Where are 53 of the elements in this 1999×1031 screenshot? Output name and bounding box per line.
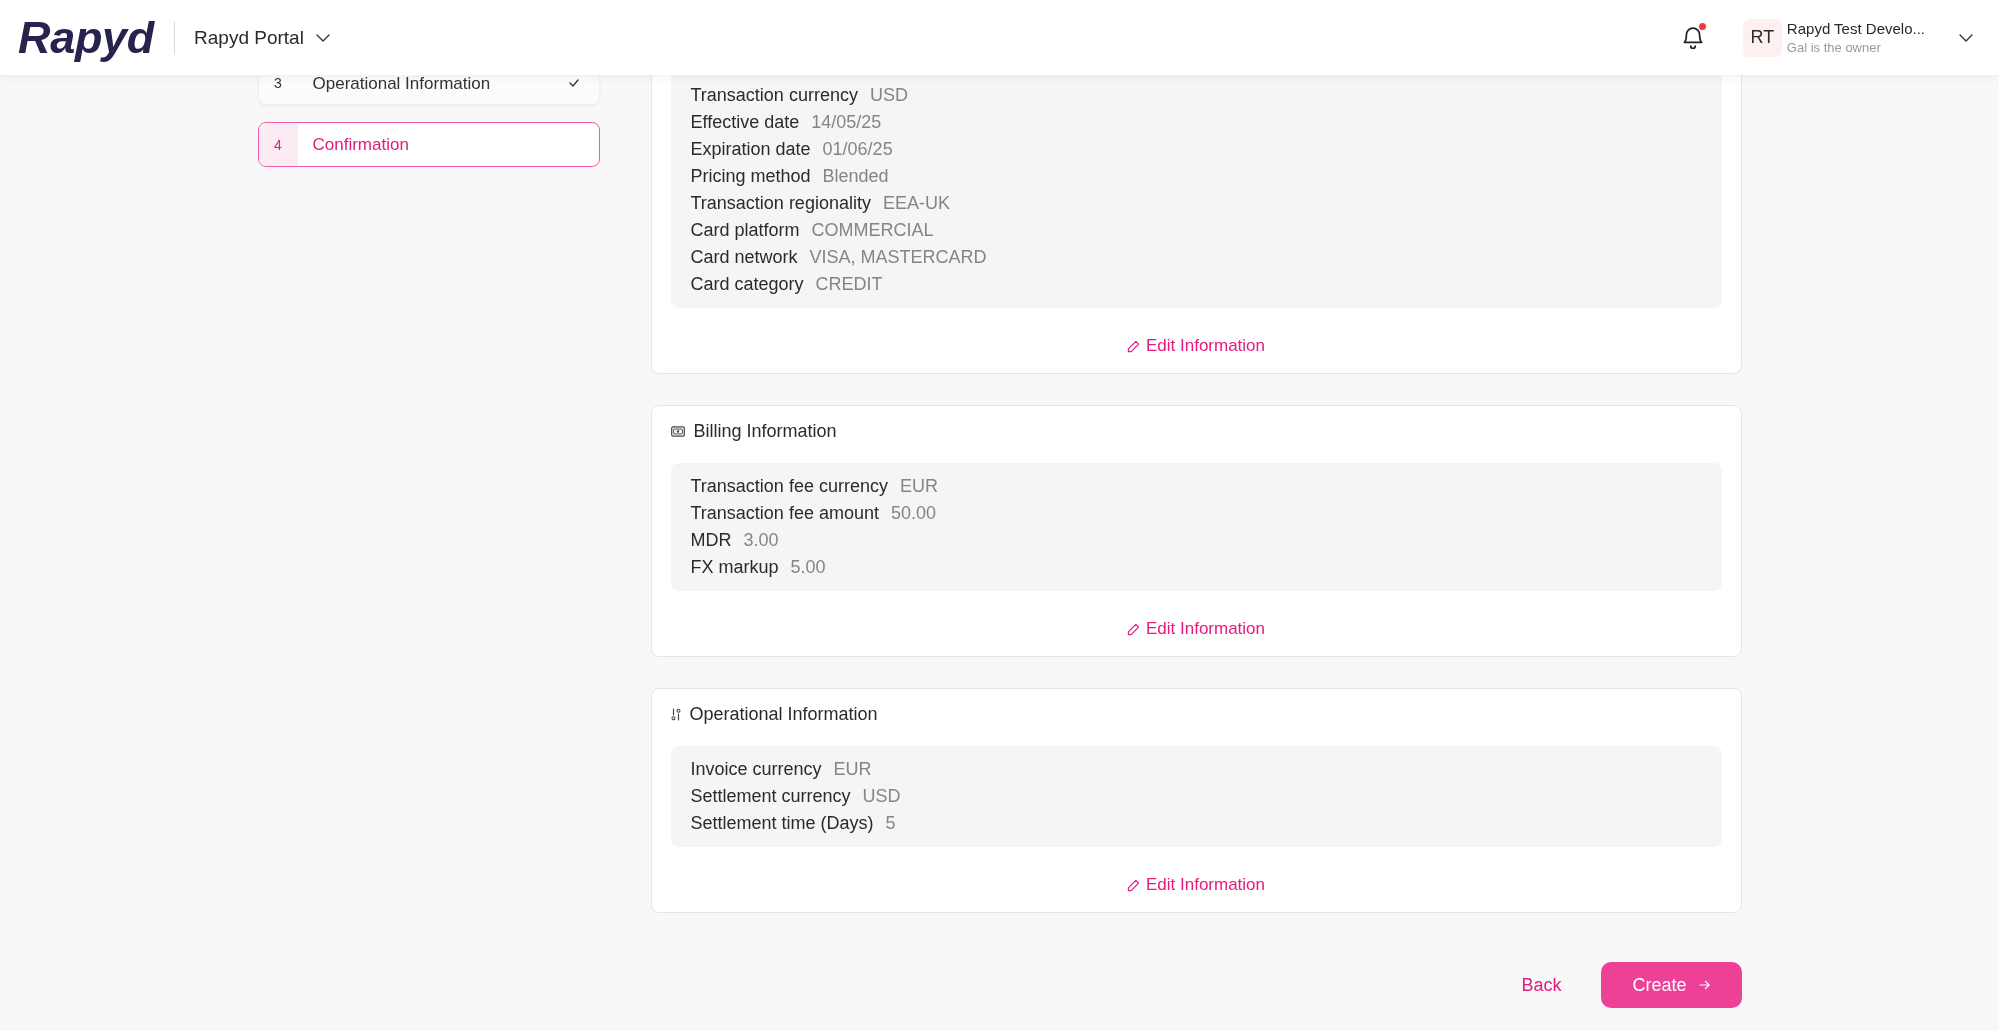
field-value: EUR — [899, 476, 938, 497]
field-value: VISA, MASTERCARD — [809, 247, 987, 268]
field-label: Transaction currency — [690, 85, 858, 106]
back-button[interactable]: Back — [1505, 962, 1578, 1008]
rapyd-logo[interactable]: Rapyd — [18, 12, 155, 63]
arrow-right-icon — [1698, 980, 1710, 990]
portal-switcher[interactable]: Rapyd Portal — [194, 22, 330, 53]
user-avatar: RT — [1742, 18, 1782, 57]
field-label: Settlement time (Days) — [690, 813, 874, 834]
field-label: Card platform — [690, 220, 800, 241]
field-value: 5.00 — [790, 557, 826, 578]
banknote-icon — [670, 425, 685, 437]
step-item[interactable]: 3 Operational Information — [257, 75, 600, 105]
field-label: Settlement currency — [690, 786, 851, 807]
field-value: 14/05/25 — [811, 112, 882, 133]
field-label: Transaction fee amount — [690, 503, 879, 524]
field-value: 01/06/25 — [822, 139, 893, 160]
field-value: 50.00 — [890, 503, 936, 524]
field-label: MDR — [690, 530, 732, 551]
chevron-down-icon — [315, 33, 330, 42]
section-title: Billing Information — [693, 420, 837, 442]
pencil-icon — [1126, 622, 1140, 636]
field-label: Card network — [690, 247, 798, 268]
section-title: Operational Information — [689, 703, 878, 725]
field-value: COMMERCIAL — [811, 220, 934, 241]
field-value: Blended — [822, 166, 889, 187]
field-label: Transaction regionality — [690, 193, 871, 214]
field-label: Invoice currency — [690, 759, 822, 780]
edit-information-link[interactable]: Edit Information — [1126, 619, 1266, 639]
field-label: Effective date — [690, 112, 800, 133]
sliders-icon — [670, 707, 681, 721]
field-label: Card category — [690, 274, 804, 295]
field-label: Pricing method — [690, 166, 811, 187]
field-value: USD — [862, 786, 901, 807]
field-value: 3.00 — [743, 530, 779, 551]
field-value: 5 — [885, 813, 896, 834]
field-label: FX markup — [690, 557, 779, 578]
field-label: Transaction fee currency — [690, 476, 888, 497]
chevron-down-icon[interactable] — [1959, 33, 1973, 42]
notification-bell-icon[interactable] — [1682, 26, 1703, 49]
field-value: EEA-UK — [882, 193, 950, 214]
pencil-icon — [1126, 339, 1140, 353]
account-role: Gal is the owner — [1786, 38, 1882, 57]
step-item[interactable]: 4 Confirmation — [257, 122, 600, 167]
field-label: Expiration date — [690, 139, 811, 160]
edit-information-link[interactable]: Edit Information — [1126, 875, 1266, 895]
field-value: EUR — [833, 759, 872, 780]
pencil-icon — [1126, 878, 1140, 892]
field-value: CREDIT — [815, 274, 883, 295]
field-value: USD — [869, 85, 908, 106]
account-name: Rapyd Test Develo... — [1786, 18, 1925, 39]
edit-information-link[interactable]: Edit Information — [1126, 336, 1266, 356]
create-button[interactable]: Create — [1600, 962, 1742, 1008]
